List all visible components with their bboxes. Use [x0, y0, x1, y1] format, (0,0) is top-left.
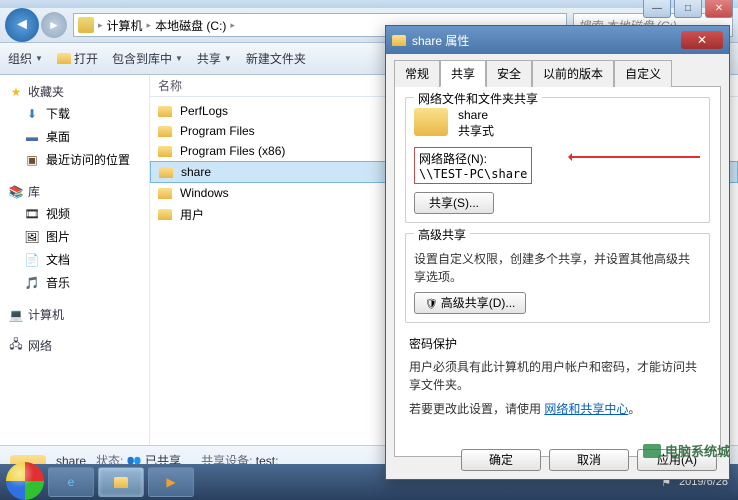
chevron-right-icon: ▸: [147, 20, 152, 31]
nav-back-button[interactable]: ◄: [5, 8, 39, 42]
folder-icon: [392, 35, 406, 46]
folder-icon: [158, 146, 172, 157]
computer-icon: 💻: [8, 307, 24, 323]
toolbar-open[interactable]: 打开: [57, 50, 98, 67]
start-button[interactable]: [6, 462, 44, 500]
toolbar-organize[interactable]: 组织 ▼: [8, 50, 43, 67]
document-icon: 📄: [24, 252, 40, 268]
tab-4[interactable]: 自定义: [614, 60, 672, 87]
folder-icon: [57, 53, 71, 64]
section-password-title: 密码保护: [409, 335, 706, 352]
dialog-close-button[interactable]: ✕: [681, 31, 723, 49]
chevron-right-icon: ▸: [230, 20, 235, 31]
picture-icon: 🖼: [24, 229, 40, 245]
sidebar-item-documents[interactable]: 📄文档: [4, 248, 145, 271]
nav-forward-button[interactable]: ►: [41, 12, 67, 38]
network-path-value: \\TEST-PC\share: [419, 167, 527, 181]
toolbar-include-library[interactable]: 包含到库中 ▼: [112, 50, 183, 67]
sidebar-item-desktop[interactable]: ▬桌面: [4, 125, 145, 148]
advanced-sharing-text: 设置自定义权限，创建多个共享，并设置其他高级共享选项。: [414, 250, 701, 286]
toolbar-share[interactable]: 共享 ▼: [197, 50, 232, 67]
file-name: Windows: [180, 186, 229, 200]
tab-1[interactable]: 共享: [440, 60, 486, 87]
folder-icon: [158, 106, 172, 117]
ok-button[interactable]: 确定: [461, 449, 541, 471]
sidebar: ★收藏夹 ⬇下载 ▬桌面 ▣最近访问的位置 📚库 🎞视频 🖼图片 📄文档 🎵音乐…: [0, 75, 150, 445]
sidebar-network-header[interactable]: 🖧网络: [4, 335, 145, 356]
folder-icon: [158, 188, 172, 199]
network-sharing-center-link[interactable]: 网络和共享中心: [544, 402, 628, 416]
window-minimize[interactable]: —: [643, 0, 671, 18]
window-close[interactable]: ✕: [705, 0, 733, 18]
drive-icon: [78, 17, 94, 33]
file-name: share: [181, 165, 211, 179]
music-icon: 🎵: [24, 275, 40, 291]
section-network-sharing-title: 网络文件和文件夹共享: [414, 90, 542, 107]
sidebar-favorites-header[interactable]: ★收藏夹: [4, 81, 145, 102]
folder-icon: [158, 209, 172, 220]
file-name: PerfLogs: [180, 104, 228, 118]
folder-icon: [414, 108, 448, 136]
file-name: Program Files: [180, 124, 255, 138]
taskbar-wmp[interactable]: ▶: [148, 467, 194, 497]
desktop-icon: ▬: [24, 129, 40, 145]
network-path-box: 网络路径(N): \\TEST-PC\share: [414, 147, 532, 184]
toolbar-new-folder[interactable]: 新建文件夹: [246, 50, 306, 67]
star-icon: ★: [8, 84, 24, 100]
network-icon: 🖧: [8, 338, 24, 354]
window-maximize[interactable]: □: [674, 0, 702, 18]
share-name: share: [458, 108, 494, 122]
section-advanced-sharing-title: 高级共享: [414, 226, 470, 243]
chevron-down-icon: ▼: [35, 54, 43, 63]
ie-icon: e: [68, 475, 75, 489]
sidebar-item-downloads[interactable]: ⬇下载: [4, 102, 145, 125]
sidebar-item-videos[interactable]: 🎞视频: [4, 202, 145, 225]
tab-2[interactable]: 安全: [486, 60, 532, 87]
sidebar-computer-header[interactable]: 💻计算机: [4, 304, 145, 325]
video-icon: 🎞: [24, 206, 40, 222]
recent-icon: ▣: [24, 152, 40, 168]
password-protection-text: 用户必须具有此计算机的用户帐户和密码，才能访问共享文件夹。: [409, 358, 706, 394]
share-button[interactable]: 共享(S)...: [414, 192, 494, 214]
sidebar-item-recent[interactable]: ▣最近访问的位置: [4, 148, 145, 171]
chevron-right-icon: ▸: [98, 20, 103, 31]
chevron-down-icon: ▼: [224, 54, 232, 63]
share-status: 共享式: [458, 122, 494, 139]
sidebar-item-pictures[interactable]: 🖼图片: [4, 225, 145, 248]
watermark: 电脑系统城: [643, 441, 730, 460]
annotation-arrow: [570, 156, 700, 158]
chevron-down-icon: ▼: [175, 54, 183, 63]
sidebar-item-music[interactable]: 🎵音乐: [4, 271, 145, 294]
download-icon: ⬇: [24, 106, 40, 122]
folder-icon: [158, 126, 172, 137]
folder-icon: [159, 167, 173, 178]
file-name: 用户: [180, 206, 204, 223]
breadcrumb-root[interactable]: 计算机: [107, 17, 143, 34]
sidebar-libraries-header[interactable]: 📚库: [4, 181, 145, 202]
dialog-title: share 属性: [412, 32, 469, 49]
tab-0[interactable]: 常规: [394, 60, 440, 87]
dialog-tabs: 常规共享安全以前的版本自定义: [394, 60, 721, 87]
tab-3[interactable]: 以前的版本: [532, 60, 614, 87]
password-text2: 若要更改此设置，请使用: [409, 402, 541, 416]
folder-icon: [114, 477, 128, 488]
breadcrumb-drive[interactable]: 本地磁盘 (C:): [155, 17, 226, 34]
taskbar-ie[interactable]: e: [48, 467, 94, 497]
advanced-share-button[interactable]: 高级共享(D)...: [414, 292, 526, 314]
taskbar-explorer[interactable]: [98, 467, 144, 497]
wmp-icon: ▶: [166, 475, 175, 489]
network-path-label: 网络路径(N):: [419, 150, 527, 167]
library-icon: 📚: [8, 184, 24, 200]
file-name: Program Files (x86): [180, 144, 285, 158]
properties-dialog: share 属性 ✕ 常规共享安全以前的版本自定义 网络文件和文件夹共享 sha…: [385, 25, 730, 480]
cancel-button[interactable]: 取消: [549, 449, 629, 471]
